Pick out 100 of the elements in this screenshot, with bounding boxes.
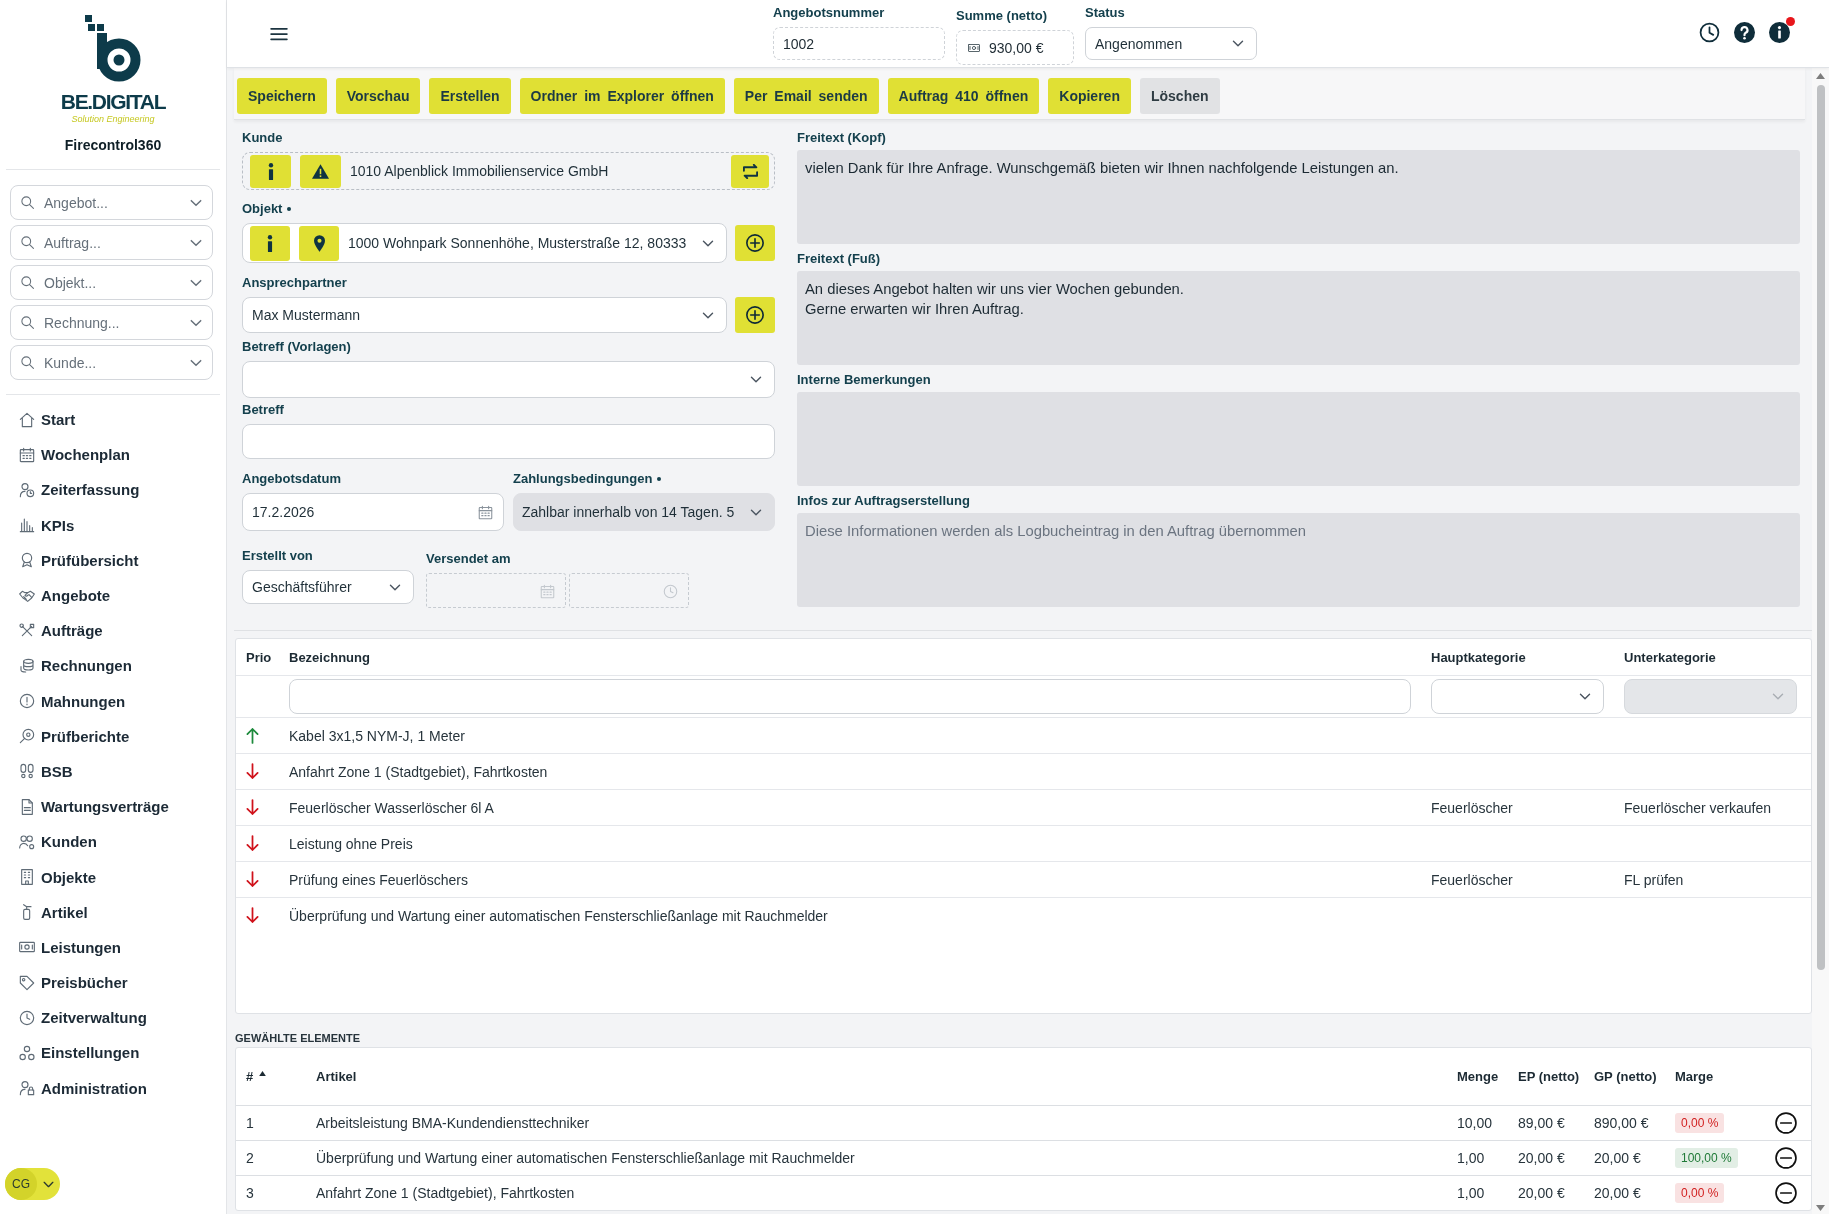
nav-item[interactable]: Wochenplan (0, 437, 226, 473)
nav-item[interactable]: KPIs (0, 507, 226, 543)
section-title: GEWÄHLTE ELEMENTE (235, 1031, 362, 1046)
column-header[interactable]: # (246, 1069, 254, 1084)
minus-circle-icon (1775, 1147, 1797, 1169)
nav-item[interactable]: Einstellungen (0, 1035, 226, 1071)
column-header[interactable]: EP (netto) (1518, 1069, 1580, 1084)
nav-item[interactable]: Artikel (0, 894, 226, 930)
filter-field[interactable] (289, 679, 1411, 714)
search-select[interactable]: Angebot... (10, 185, 213, 220)
nav-item[interactable]: Prüfübersicht (0, 542, 226, 578)
offer-number-field[interactable]: 1002 (773, 27, 945, 60)
column-header[interactable]: Menge (1457, 1069, 1499, 1084)
table-cell-text: Prüfung eines Feuerlöschers (289, 871, 469, 888)
offer-date-field[interactable]: 17.2.2026 (242, 493, 504, 531)
subject-field[interactable] (242, 424, 775, 459)
nav-item[interactable]: Zeitverwaltung (0, 1000, 226, 1036)
margin-badge: 100,00 % (1675, 1148, 1738, 1168)
table-cell-text: Feuerlöscher (1431, 799, 1514, 816)
info-icon (267, 162, 274, 180)
chevron-down-icon (702, 239, 714, 247)
user-menu-button[interactable]: CG (5, 1168, 60, 1200)
nav-item[interactable]: Kunden (0, 824, 226, 860)
history-clock-icon[interactable] (1699, 22, 1720, 43)
toolbar-button[interactable]: Speichern (237, 78, 327, 114)
text-area[interactable]: Diese Informationen werden als Logbucheintrag in den Auftrag übernommen (797, 513, 1800, 607)
nav-item[interactable]: Objekte (0, 859, 226, 895)
nav-item[interactable]: Mahnungen (0, 683, 226, 719)
plus-circle-icon (746, 234, 764, 252)
chevron-down-icon[interactable] (190, 199, 202, 207)
scroll-down-icon[interactable] (1816, 1205, 1825, 1211)
chevron-down-icon[interactable] (190, 359, 202, 367)
sort-ascending-icon[interactable] (259, 1071, 267, 1076)
toolbar-button[interactable]: Per Email senden (733, 78, 879, 114)
nav-item[interactable]: Zeiterfassung (0, 472, 226, 508)
nav-item[interactable]: Aufträge (0, 613, 226, 649)
scrollbar[interactable] (1812, 68, 1829, 1214)
scroll-up-icon[interactable] (1816, 73, 1825, 79)
info-button[interactable] (250, 154, 291, 188)
nav-item[interactable]: Start (0, 402, 226, 438)
toolbar-button[interactable]: Auftrag 410 öffnen (887, 78, 1040, 114)
alert-circle-icon (19, 693, 35, 710)
swap-button[interactable] (731, 154, 769, 188)
field-label: Angebotsnummer (773, 4, 886, 21)
text-area[interactable]: vielen Dank für Ihre Anfrage. Wunschgemäß bieten wir Ihnen nachfolgende Leistungen an. (797, 150, 1800, 244)
text-area[interactable]: An dieses Angebot halten wir uns vier Wochen gebunden. Gerne erwarten wir Ihren Auftrag. (797, 271, 1800, 365)
search-select[interactable]: Rechnung... (10, 305, 213, 340)
nav-item[interactable]: Preisbücher (0, 965, 226, 1001)
field-label: Freitext (Kopf) (797, 129, 887, 147)
table-cell-text: Überprüfung und Wartung einer automatischen Fensterschließanlage mit Rauchmelder (316, 1150, 856, 1166)
remove-button[interactable] (1775, 1182, 1797, 1204)
toolbar-button[interactable]: Kopieren (1048, 78, 1131, 114)
clock-icon (663, 584, 678, 599)
table-cell-text: FL prüfen (1624, 871, 1685, 888)
help-icon[interactable] (1734, 22, 1755, 43)
chevron-down-icon (750, 376, 762, 383)
remove-button[interactable] (1775, 1112, 1797, 1134)
margin-badge: 0,00 % (1675, 1113, 1725, 1133)
nav-item[interactable]: Wartungsverträge (0, 789, 226, 825)
status-select[interactable]: Angenommen (1085, 27, 1257, 60)
table-cell-text: 10,00 (1457, 1115, 1494, 1131)
table-cell-text: Leistung ohne Preis (289, 835, 414, 852)
created-by-select[interactable]: Geschäftsführer (242, 570, 414, 604)
column-header[interactable]: Marge (1675, 1069, 1714, 1084)
toolbar-button[interactable]: Ordner im Explorer öffnen (519, 78, 725, 114)
nav-item[interactable]: Administration (0, 1070, 226, 1106)
person-clock-icon (19, 481, 35, 498)
nav-item[interactable]: Prüfberichte (0, 718, 226, 754)
nav-item[interactable]: Angebote (0, 577, 226, 614)
search-select[interactable]: Kunde... (10, 345, 213, 380)
add-button[interactable] (735, 225, 775, 261)
info-button[interactable] (250, 225, 290, 261)
location-button[interactable] (299, 225, 339, 261)
user-avatar: CG (5, 1168, 37, 1200)
toolbar-button[interactable]: Erstellen (429, 78, 511, 114)
search-select[interactable]: Auftrag... (10, 225, 213, 260)
chevron-down-icon[interactable] (190, 279, 202, 287)
info-icon[interactable] (1769, 22, 1790, 43)
column-header[interactable]: GP (netto) (1594, 1069, 1657, 1084)
object-select[interactable]: 1000 Wohnpark Sonnenhöhe, Musterstraße 12, 80333 (242, 223, 727, 263)
column-header[interactable]: Artikel (316, 1069, 357, 1084)
table-cell-text: Anfahrt Zone 1 (Stadtgebiet), Fahrtkosten (316, 1185, 576, 1201)
clock-icon (19, 1009, 35, 1026)
search-icon (20, 235, 35, 250)
add-button[interactable] (735, 297, 775, 333)
people-icon (19, 833, 35, 850)
chevron-down-icon[interactable] (190, 319, 202, 327)
remove-button[interactable] (1775, 1147, 1797, 1169)
search-select[interactable]: Objekt... (10, 265, 213, 300)
nav-item[interactable]: Rechnungen (0, 648, 226, 684)
warning-button[interactable] (300, 154, 341, 188)
contact-select[interactable]: Max Mustermann (242, 297, 727, 333)
field-label: Erstellt von (242, 547, 313, 565)
toolbar-button[interactable]: Vorschau (335, 78, 421, 114)
nav-item[interactable]: Leistungen (0, 929, 226, 965)
chevron-down-icon[interactable] (190, 239, 202, 247)
nav-item[interactable]: BSB (0, 753, 226, 790)
menu-icon[interactable] (270, 27, 288, 41)
scrollbar-thumb[interactable] (1816, 85, 1825, 970)
customer-field[interactable]: 1010 Alpenblick Immobilienservice GmbH (242, 152, 775, 190)
